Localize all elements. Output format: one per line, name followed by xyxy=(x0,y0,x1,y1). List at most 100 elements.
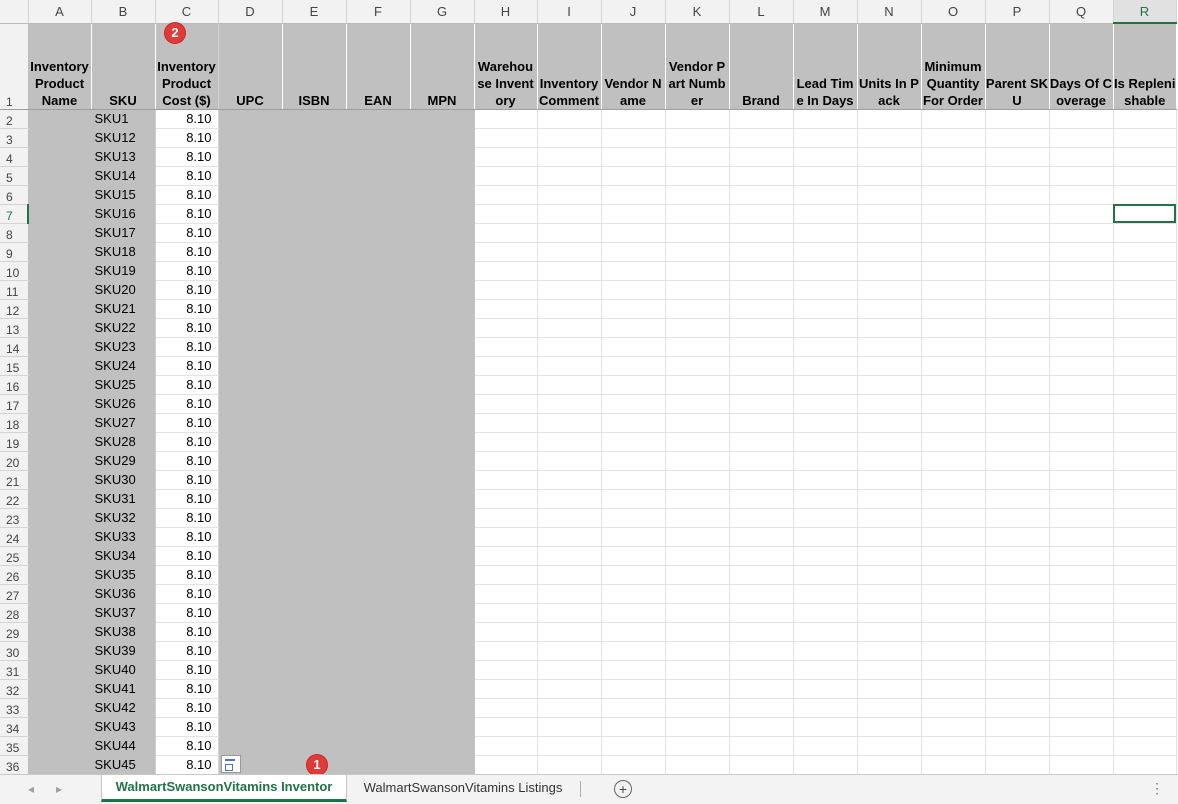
cell-e[interactable] xyxy=(282,641,347,661)
cell-q[interactable] xyxy=(1049,204,1114,224)
row-number[interactable]: 19 xyxy=(0,432,29,452)
cell-g[interactable] xyxy=(410,660,475,680)
column-header-q[interactable]: Q xyxy=(1049,0,1114,24)
cell-e[interactable] xyxy=(282,698,347,718)
cell-k[interactable] xyxy=(665,147,730,167)
cell-q[interactable] xyxy=(1049,660,1114,680)
cell-l[interactable] xyxy=(729,641,794,661)
row-number[interactable]: 33 xyxy=(0,698,29,718)
cell-a[interactable] xyxy=(28,166,92,186)
header-cell-m[interactable]: Lead Time In Days xyxy=(793,23,858,110)
cell-j[interactable] xyxy=(601,698,666,718)
cell-a[interactable] xyxy=(28,527,92,547)
row-number[interactable]: 13 xyxy=(0,318,29,338)
cell-r[interactable] xyxy=(1113,185,1177,205)
cell-p[interactable] xyxy=(985,185,1050,205)
cell-r[interactable] xyxy=(1113,527,1177,547)
cost-cell[interactable]: 8.10 xyxy=(155,280,219,300)
cell-k[interactable] xyxy=(665,584,730,604)
cell-m[interactable] xyxy=(793,546,858,566)
sku-cell[interactable]: SKU12 xyxy=(91,128,156,148)
select-all-corner[interactable] xyxy=(0,0,29,24)
cell-j[interactable] xyxy=(601,565,666,585)
row-number[interactable]: 2 xyxy=(0,109,29,129)
cell-e[interactable] xyxy=(282,622,347,642)
sku-cell[interactable]: SKU45 xyxy=(91,755,156,774)
selected-cell[interactable] xyxy=(1113,204,1177,224)
cell-j[interactable] xyxy=(601,185,666,205)
cell-h[interactable] xyxy=(474,299,538,319)
cell-p[interactable] xyxy=(985,546,1050,566)
sku-cell[interactable]: SKU18 xyxy=(91,242,156,262)
cell-d[interactable] xyxy=(218,166,283,186)
cell-h[interactable] xyxy=(474,204,538,224)
cell-i[interactable] xyxy=(537,736,602,756)
cell-g[interactable] xyxy=(410,223,475,243)
cell-e[interactable] xyxy=(282,394,347,414)
cell-o[interactable] xyxy=(921,128,986,148)
cell-o[interactable] xyxy=(921,432,986,452)
sku-cell[interactable]: SKU14 xyxy=(91,166,156,186)
column-header-m[interactable]: M xyxy=(793,0,858,24)
cell-m[interactable] xyxy=(793,717,858,737)
cost-cell[interactable]: 8.10 xyxy=(155,185,219,205)
cell-i[interactable] xyxy=(537,508,602,528)
cell-p[interactable] xyxy=(985,470,1050,490)
cell-e[interactable] xyxy=(282,470,347,490)
cell-f[interactable] xyxy=(346,413,411,433)
cell-a[interactable] xyxy=(28,413,92,433)
cell-e[interactable] xyxy=(282,147,347,167)
cell-g[interactable] xyxy=(410,679,475,699)
cell-a[interactable] xyxy=(28,432,92,452)
cell-m[interactable] xyxy=(793,242,858,262)
cell-r[interactable] xyxy=(1113,109,1177,129)
cell-g[interactable] xyxy=(410,204,475,224)
column-header-r[interactable]: R xyxy=(1113,0,1177,24)
cost-cell[interactable]: 8.10 xyxy=(155,318,219,338)
cell-o[interactable] xyxy=(921,356,986,376)
cell-l[interactable] xyxy=(729,128,794,148)
cell-e[interactable] xyxy=(282,109,347,129)
cell-f[interactable] xyxy=(346,451,411,471)
cell-k[interactable] xyxy=(665,451,730,471)
cell-m[interactable] xyxy=(793,394,858,414)
cell-i[interactable] xyxy=(537,356,602,376)
column-header-i[interactable]: I xyxy=(537,0,602,24)
cell-m[interactable] xyxy=(793,109,858,129)
cell-p[interactable] xyxy=(985,337,1050,357)
cell-n[interactable] xyxy=(857,375,922,395)
cell-i[interactable] xyxy=(537,261,602,281)
cell-n[interactable] xyxy=(857,603,922,623)
cell-h[interactable] xyxy=(474,527,538,547)
cell-j[interactable] xyxy=(601,375,666,395)
cell-f[interactable] xyxy=(346,356,411,376)
cell-h[interactable] xyxy=(474,622,538,642)
cell-q[interactable] xyxy=(1049,546,1114,566)
cell-j[interactable] xyxy=(601,432,666,452)
cell-i[interactable] xyxy=(537,622,602,642)
cell-n[interactable] xyxy=(857,223,922,243)
cell-n[interactable] xyxy=(857,584,922,604)
cell-d[interactable] xyxy=(218,318,283,338)
cell-q[interactable] xyxy=(1049,527,1114,547)
cell-n[interactable] xyxy=(857,318,922,338)
cell-f[interactable] xyxy=(346,185,411,205)
cell-e[interactable] xyxy=(282,736,347,756)
cell-f[interactable] xyxy=(346,679,411,699)
cell-i[interactable] xyxy=(537,527,602,547)
cell-q[interactable] xyxy=(1049,565,1114,585)
sku-cell[interactable]: SKU37 xyxy=(91,603,156,623)
sku-cell[interactable]: SKU42 xyxy=(91,698,156,718)
cell-e[interactable] xyxy=(282,489,347,509)
cell-r[interactable] xyxy=(1113,451,1177,471)
cell-p[interactable] xyxy=(985,698,1050,718)
cell-r[interactable] xyxy=(1113,261,1177,281)
sku-cell[interactable]: SKU29 xyxy=(91,451,156,471)
cost-cell[interactable]: 8.10 xyxy=(155,698,219,718)
cell-f[interactable] xyxy=(346,489,411,509)
cell-p[interactable] xyxy=(985,261,1050,281)
cell-a[interactable] xyxy=(28,109,92,129)
sku-cell[interactable]: SKU27 xyxy=(91,413,156,433)
cell-p[interactable] xyxy=(985,242,1050,262)
cell-j[interactable] xyxy=(601,318,666,338)
